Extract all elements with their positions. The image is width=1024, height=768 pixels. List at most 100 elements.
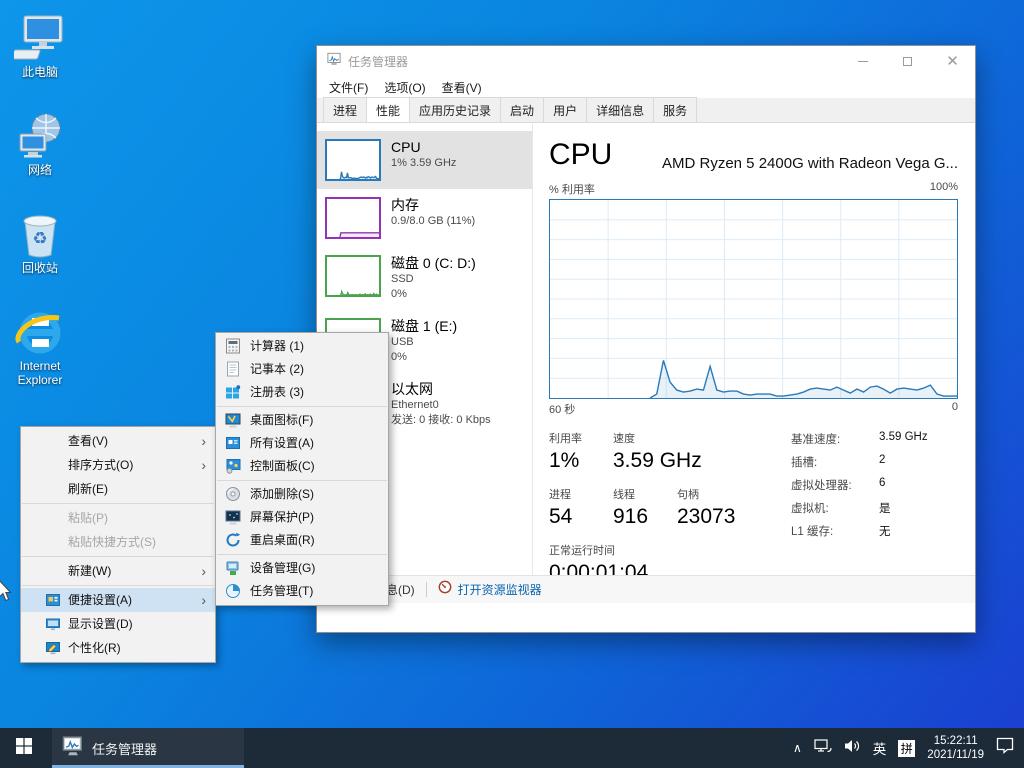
submenu-item-任务管理(T)[interactable]: 任务管理(T) xyxy=(216,580,388,603)
kv-label: L1 缓存: xyxy=(791,523,879,539)
screensaver-icon xyxy=(225,509,241,525)
stat-value: 916 xyxy=(613,505,663,529)
add-remove-icon xyxy=(225,486,241,502)
submenu-item-所有设置(A)[interactable]: 所有设置(A) xyxy=(216,432,388,455)
submenu-item-设备管理(G)[interactable]: 设备管理(G) xyxy=(216,557,388,580)
ime-indicator[interactable]: 拼 xyxy=(898,740,915,757)
context-menu-item-刷新(E)[interactable]: 刷新(E) xyxy=(21,477,215,501)
display-settings-icon xyxy=(45,616,61,632)
submenu-arrow-icon: › xyxy=(201,588,206,612)
kv-value: 是 xyxy=(879,500,891,516)
taskbar: 任务管理器 ∧ 英 拼 15:22:11 2021/11/19 xyxy=(0,728,1024,768)
submenu-item-计算器 (1)[interactable]: 计算器 (1) xyxy=(216,335,388,358)
menubar-item-1[interactable]: 选项(O) xyxy=(376,77,433,98)
taskbar-clock[interactable]: 15:22:11 2021/11/19 xyxy=(927,734,984,763)
action-center-icon[interactable] xyxy=(996,737,1014,759)
menubar-item-2[interactable]: 查看(V) xyxy=(434,77,490,98)
stat-label: 速度 xyxy=(613,430,702,446)
menubar-item-0[interactable]: 文件(F) xyxy=(321,77,376,98)
kv-label: 虚拟处理器: xyxy=(791,477,879,493)
minimize-button[interactable] xyxy=(840,46,885,76)
menu-item-label: 所有设置(A) xyxy=(250,436,314,450)
tab-应用历史记录[interactable]: 应用历史记录 xyxy=(409,97,501,122)
context-menu-item-查看(V)[interactable]: 查看(V)› xyxy=(21,429,215,453)
volume-tray-icon[interactable] xyxy=(844,738,861,759)
axis-label-0: 0 xyxy=(952,401,958,417)
cpu-detail-pane: CPU AMD Ryzen 5 2400G with Radeon Vega G… xyxy=(549,138,958,598)
desktop-icon-this-pc[interactable]: 此电脑 xyxy=(2,14,78,79)
context-menu-item-新建(W)[interactable]: 新建(W)› xyxy=(21,559,215,583)
perf-tile-CPU[interactable]: CPU1% 3.59 GHz xyxy=(317,131,532,189)
control-panel-icon xyxy=(225,458,241,474)
internet-explorer-icon xyxy=(2,308,78,356)
perf-tile-sub: 发送: 0 接收: 0 Kbps xyxy=(391,413,491,428)
submenu-item-屏幕保护(P)[interactable]: 屏幕保护(P) xyxy=(216,506,388,529)
tab-strip: 进程性能应用历史记录启动用户详细信息服务 xyxy=(317,98,975,123)
open-resource-monitor-link[interactable]: 打开资源监视器 xyxy=(458,581,542,598)
task-manager-app-icon xyxy=(62,735,84,762)
perf-tile-text: 内存0.9/8.0 GB (11%) xyxy=(391,197,475,229)
submenu-item-桌面图标(F)[interactable]: 桌面图标(F) xyxy=(216,409,388,432)
context-menu-item-便捷设置(A)[interactable]: 便捷设置(A)› xyxy=(21,588,215,612)
context-menu-item-显示设置(D)[interactable]: 显示设置(D) xyxy=(21,612,215,636)
submenu-item-重启桌面(R)[interactable]: 重启桌面(R) xyxy=(216,529,388,552)
desktop[interactable]: 此电脑网络 ♻回收站 Internet Explorer 任务管理器 ✕ 文件(F)… xyxy=(0,0,1024,768)
cpu-model: AMD Ryzen 5 2400G with Radeon Vega G... xyxy=(662,155,958,172)
stat-value: 23073 xyxy=(677,505,735,529)
titlebar[interactable]: 任务管理器 ✕ xyxy=(317,46,975,76)
menu-separator xyxy=(22,503,214,504)
submenu-item-记事本 (2)[interactable]: 记事本 (2) xyxy=(216,358,388,381)
perf-tile-sub: USB xyxy=(391,335,457,350)
perf-tile-sub: 0% xyxy=(391,287,476,302)
task-manager-window: 任务管理器 ✕ 文件(F)选项(O)查看(V) 进程性能应用历史记录启动用户详细… xyxy=(316,45,976,633)
stat-线程: 线程916 xyxy=(613,486,663,529)
tab-进程[interactable]: 进程 xyxy=(323,97,367,122)
menu-separator xyxy=(217,406,387,407)
desktop-icon-network[interactable]: 网络 xyxy=(2,112,78,177)
context-menu-item-个性化(R)[interactable]: 个性化(R) xyxy=(21,636,215,660)
submenu-item-控制面板(C)[interactable]: 控制面板(C) xyxy=(216,455,388,478)
kv-row: 插槽:2 xyxy=(791,454,928,470)
task-manage-icon xyxy=(225,583,241,599)
maximize-button[interactable] xyxy=(885,46,930,76)
hidden-icons-chevron[interactable]: ∧ xyxy=(793,741,802,755)
language-indicator[interactable]: 英 xyxy=(873,738,887,758)
all-settings-icon xyxy=(225,435,241,451)
context-menu-item-粘贴快捷方式(S): 粘贴快捷方式(S) xyxy=(21,530,215,554)
start-button[interactable] xyxy=(0,728,48,768)
perf-tile-sub: 0% xyxy=(391,350,457,365)
menu-item-label: 查看(V) xyxy=(68,434,108,448)
menu-separator xyxy=(22,556,214,557)
menu-item-label: 计算器 (1) xyxy=(250,339,304,353)
close-button[interactable]: ✕ xyxy=(930,46,975,76)
desktop-icon-internet-explorer[interactable]: Internet Explorer xyxy=(2,308,78,387)
tab-服务[interactable]: 服务 xyxy=(653,97,697,122)
desktop-icon-label: Internet Explorer xyxy=(2,359,78,387)
stat-value: 54 xyxy=(549,505,599,529)
stat-label: 正常运行时间 xyxy=(549,542,648,558)
tab-启动[interactable]: 启动 xyxy=(500,97,544,122)
perf-tile-磁盘 0 (C: D:)[interactable]: 磁盘 0 (C: D:)SSD0% xyxy=(317,247,532,310)
device-manager-icon xyxy=(225,560,241,576)
submenu-item-注册表 (3)[interactable]: 注册表 (3) xyxy=(216,381,388,404)
menu-bar: 文件(F)选项(O)查看(V) xyxy=(317,76,975,98)
perf-tile-内存[interactable]: 内存0.9/8.0 GB (11%) xyxy=(317,189,532,247)
network-tray-icon[interactable] xyxy=(814,738,832,759)
cpu-usage-chart[interactable] xyxy=(549,199,958,399)
tab-性能[interactable]: 性能 xyxy=(366,97,410,122)
menu-item-label: 个性化(R) xyxy=(68,641,121,655)
menu-item-label: 重启桌面(R) xyxy=(250,533,315,547)
kv-row: 虚拟处理器:6 xyxy=(791,477,928,493)
taskbar-app-label: 任务管理器 xyxy=(92,739,157,758)
context-menu-item-排序方式(O)[interactable]: 排序方式(O)› xyxy=(21,453,215,477)
desktop-icon-recycle-bin[interactable]: ♻回收站 xyxy=(2,210,78,275)
submenu-item-添加删除(S)[interactable]: 添加删除(S) xyxy=(216,483,388,506)
taskbar-app-task-manager[interactable]: 任务管理器 xyxy=(52,728,244,768)
personalize-icon xyxy=(45,640,61,656)
tab-详细信息[interactable]: 详细信息 xyxy=(586,97,654,122)
tab-用户[interactable]: 用户 xyxy=(543,97,587,122)
menu-item-label: 排序方式(O) xyxy=(68,458,133,472)
kv-value: 2 xyxy=(879,454,885,470)
menu-item-label: 添加删除(S) xyxy=(250,487,314,501)
window-title: 任务管理器 xyxy=(348,53,840,70)
